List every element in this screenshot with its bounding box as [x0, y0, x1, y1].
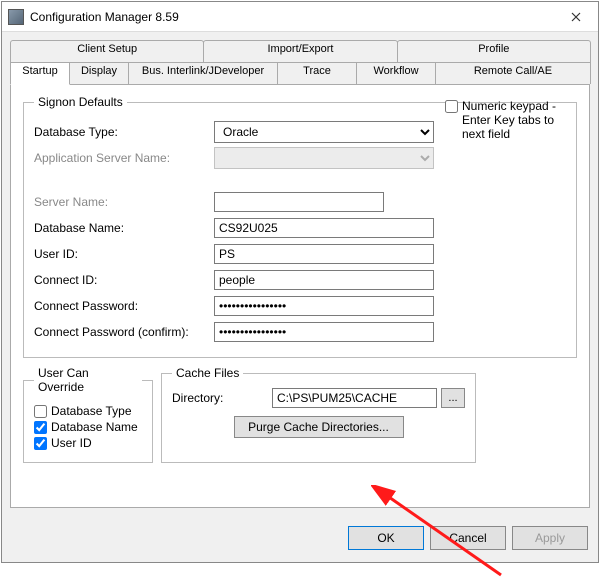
- override-dbname-checkbox[interactable]: [34, 421, 47, 434]
- connect-id-label: Connect ID:: [34, 273, 214, 287]
- cache-files-legend: Cache Files: [172, 366, 243, 380]
- connect-password-input[interactable]: [214, 296, 434, 316]
- server-name-label: Server Name:: [34, 195, 214, 209]
- connect-id-input[interactable]: [214, 270, 434, 290]
- numeric-keypad-checkbox[interactable]: [445, 100, 458, 113]
- cache-files-group: Cache Files Directory: ... Purge Cache D…: [161, 366, 476, 463]
- ok-button[interactable]: OK: [348, 526, 424, 550]
- app-server-name-select: [214, 147, 434, 169]
- user-id-label: User ID:: [34, 247, 214, 261]
- tab-page-startup: Numeric keypad - Enter Key tabs to next …: [10, 84, 590, 508]
- browse-button[interactable]: ...: [441, 388, 465, 408]
- user-can-override-group: User Can Override Database Type Database…: [23, 366, 153, 463]
- user-can-override-legend: User Can Override: [34, 366, 142, 394]
- override-dbtype-checkbox[interactable]: [34, 405, 47, 418]
- tab-bus-interlink[interactable]: Bus. Interlink/JDeveloper: [128, 62, 278, 84]
- close-icon: [571, 12, 581, 22]
- connect-password-label: Connect Password:: [34, 299, 214, 313]
- purge-cache-button[interactable]: Purge Cache Directories...: [234, 416, 404, 438]
- tab-client-setup[interactable]: Client Setup: [10, 40, 204, 62]
- override-dbtype-label: Database Type: [51, 404, 132, 418]
- cache-directory-label: Directory:: [172, 391, 272, 405]
- database-type-select[interactable]: Oracle: [214, 121, 434, 143]
- connect-password-confirm-label: Connect Password (confirm):: [34, 325, 214, 339]
- user-id-input[interactable]: [214, 244, 434, 264]
- override-dbname-label: Database Name: [51, 420, 138, 434]
- app-icon: [8, 9, 24, 25]
- connect-password-confirm-input[interactable]: [214, 322, 434, 342]
- client-area: Client Setup Import/Export Profile Start…: [2, 32, 598, 516]
- tab-import-export[interactable]: Import/Export: [203, 40, 397, 62]
- database-name-input[interactable]: [214, 218, 434, 238]
- tab-display[interactable]: Display: [69, 62, 129, 84]
- cache-directory-input[interactable]: [272, 388, 437, 408]
- tab-remote-call[interactable]: Remote Call/AE: [435, 62, 591, 84]
- window-title: Configuration Manager 8.59: [30, 10, 553, 24]
- tab-strip: Client Setup Import/Export Profile Start…: [10, 40, 590, 84]
- signon-defaults-legend: Signon Defaults: [34, 95, 127, 109]
- cancel-button[interactable]: Cancel: [430, 526, 506, 550]
- override-userid-label: User ID: [51, 436, 92, 450]
- titlebar: Configuration Manager 8.59: [2, 2, 598, 32]
- window: Configuration Manager 8.59 Client Setup …: [1, 1, 599, 563]
- database-name-label: Database Name:: [34, 221, 214, 235]
- numeric-keypad-label: Numeric keypad - Enter Key tabs to next …: [462, 99, 575, 141]
- app-server-name-label: Application Server Name:: [34, 151, 214, 165]
- tab-profile[interactable]: Profile: [397, 40, 591, 62]
- apply-button: Apply: [512, 526, 588, 550]
- server-name-input[interactable]: [214, 192, 384, 212]
- numeric-keypad-option: Numeric keypad - Enter Key tabs to next …: [445, 99, 575, 141]
- database-type-label: Database Type:: [34, 125, 214, 139]
- tab-workflow[interactable]: Workflow: [356, 62, 436, 84]
- dialog-buttons: OK Cancel Apply: [2, 516, 598, 562]
- override-userid-checkbox[interactable]: [34, 437, 47, 450]
- close-button[interactable]: [553, 2, 598, 32]
- tab-startup[interactable]: Startup: [10, 62, 70, 85]
- tab-trace[interactable]: Trace: [277, 62, 357, 84]
